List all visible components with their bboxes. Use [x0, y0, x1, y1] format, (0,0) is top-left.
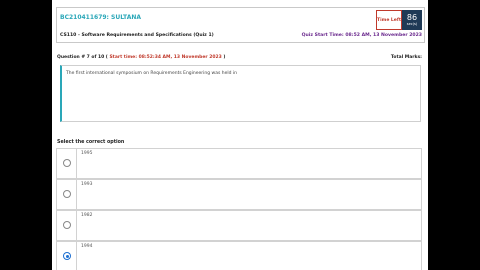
total-marks: Total Marks:: [390, 55, 422, 60]
option-3[interactable]: 1982: [56, 210, 422, 241]
option-radio-selected[interactable]: [63, 252, 71, 260]
option-radio-cell: [57, 211, 77, 240]
timer-label: Time Left: [376, 10, 402, 30]
timer-seconds: 86: [406, 12, 418, 22]
quiz-header: BC210411679: SULTANA CS110 - Software Re…: [56, 7, 425, 43]
right-letterbox: [428, 0, 480, 270]
question-close-paren: ): [223, 55, 226, 60]
left-letterbox: [0, 0, 52, 270]
course-title: CS110 - Software Requirements and Specif…: [60, 33, 214, 38]
option-radio-cell: [57, 149, 77, 178]
option-radio[interactable]: [63, 221, 71, 229]
student-name: BC210411679: SULTANA: [60, 14, 141, 21]
option-radio[interactable]: [63, 159, 71, 167]
select-option-label: Select the correct option: [57, 140, 125, 145]
option-radio-cell: [57, 180, 77, 209]
option-2[interactable]: 1993: [56, 179, 422, 210]
option-text: 1982: [81, 213, 93, 218]
quiz-page: BC210411679: SULTANA CS110 - Software Re…: [52, 0, 428, 270]
option-radio-cell: [57, 242, 77, 270]
question-number: Question # 7 of 10 ( Start time: 08:52:3…: [57, 55, 225, 60]
timer-value-box: 86 sec(s): [402, 10, 422, 30]
option-1[interactable]: 1995: [56, 148, 422, 179]
option-radio[interactable]: [63, 190, 71, 198]
option-4[interactable]: 1994: [56, 241, 422, 270]
timer-unit: sec(s): [406, 21, 418, 26]
option-text: 1993: [81, 182, 93, 187]
quiz-start-time: Quiz Start Time: 08:52 AM, 13 November 2…: [301, 33, 422, 38]
question-number-label: Question # 7 of 10 (: [57, 55, 108, 60]
question-text: The first international symposium on Req…: [66, 71, 238, 76]
option-text: 1995: [81, 151, 93, 156]
question-start-time: Start time: 08:52:34 AM, 13 November 202…: [109, 55, 222, 60]
option-text: 1994: [81, 244, 93, 249]
question-box: The first international symposium on Req…: [60, 65, 421, 122]
timer-widget: Time Left 86 sec(s): [376, 10, 422, 30]
